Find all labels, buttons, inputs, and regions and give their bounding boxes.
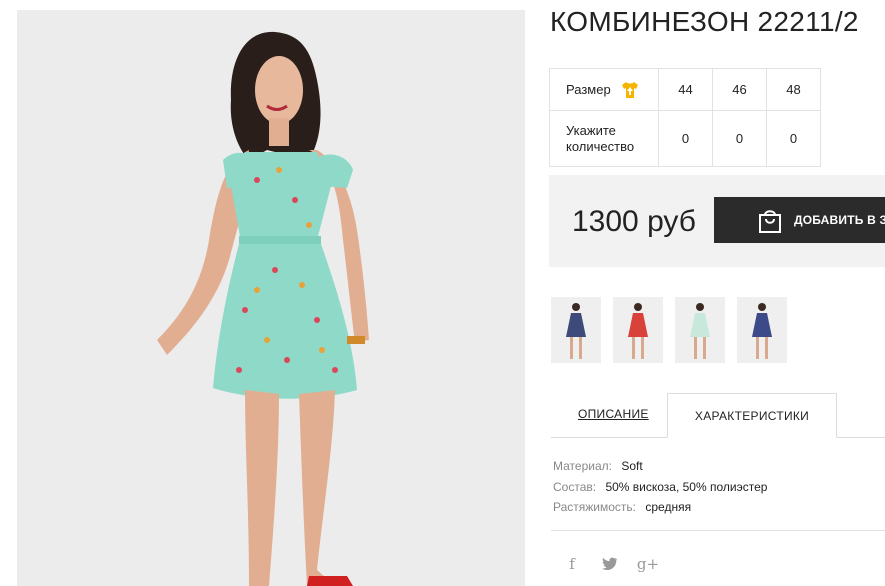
- size-option[interactable]: 46: [712, 68, 767, 111]
- thumbnail-4[interactable]: [737, 297, 787, 363]
- quantity-row: Укажите количество 0 0 0: [549, 110, 821, 167]
- size-quantity-table: Размер 44 46 48 Укажите количество 0 0 0: [549, 68, 821, 167]
- add-to-cart-button[interactable]: ДОБАВИТЬ В З: [714, 197, 885, 243]
- tab-divider: [551, 437, 667, 438]
- spec-key: Материал:: [553, 459, 612, 473]
- spec-value: средняя: [645, 500, 692, 514]
- price-box: 1300 руб ДОБАВИТЬ В З: [549, 175, 885, 267]
- quantity-label-line2: количество: [566, 138, 635, 154]
- thumbnail-3[interactable]: [675, 297, 725, 363]
- quantity-input[interactable]: 0: [766, 110, 821, 167]
- spec-key: Растяжимость:: [553, 500, 637, 514]
- size-row: Размер 44 46 48: [549, 68, 821, 111]
- quantity-label-line1: Укажите: [566, 122, 616, 138]
- size-label: Размер: [566, 82, 611, 97]
- facebook-icon[interactable]: f: [563, 555, 581, 573]
- spec-row: Материал: Soft: [553, 456, 767, 477]
- spec-value: 50% вискоза, 50% полиэстер: [605, 479, 768, 494]
- shopping-bag-icon: [756, 206, 784, 237]
- product-specs: Материал: Soft Состав: 50% вискоза, 50% …: [553, 456, 767, 518]
- divider: [551, 530, 885, 531]
- quantity-input[interactable]: 0: [658, 110, 713, 167]
- thumbnail-2[interactable]: [613, 297, 663, 363]
- price: 1300 руб: [572, 205, 696, 238]
- tab-description[interactable]: ОПИСАНИЕ: [578, 407, 649, 421]
- spec-row: Растяжимость: средняя: [553, 497, 767, 518]
- quantity-label-cell: Укажите количество: [549, 110, 659, 167]
- size-label-cell: Размер: [549, 68, 659, 111]
- size-option[interactable]: 44: [658, 68, 713, 111]
- product-title: КОМБИНЕЗОН 22211/2: [550, 6, 859, 37]
- thumbnail-gallery: [551, 297, 787, 363]
- tab-divider: [837, 437, 885, 438]
- product-tabs: ОПИСАНИЕ ХАРАКТЕРИСТИКИ: [551, 393, 885, 438]
- tab-characteristics[interactable]: ХАРАКТЕРИСТИКИ: [667, 393, 837, 438]
- google-plus-icon[interactable]: g+: [637, 555, 659, 573]
- model-illustration: [17, 10, 525, 586]
- spec-value: Soft: [621, 459, 643, 473]
- spec-row: Состав: 50% вискоза, 50% полиэстер: [553, 477, 767, 498]
- social-share: f g+: [563, 555, 659, 573]
- main-product-photo[interactable]: [17, 10, 525, 586]
- spec-key: Состав:: [553, 479, 597, 494]
- twitter-icon[interactable]: [601, 555, 619, 573]
- quantity-input[interactable]: 0: [712, 110, 767, 167]
- size-option[interactable]: 48: [766, 68, 821, 111]
- thumbnail-1[interactable]: [551, 297, 601, 363]
- tshirt-arrow-icon[interactable]: [621, 81, 639, 99]
- add-to-cart-label: ДОБАВИТЬ В З: [794, 213, 885, 227]
